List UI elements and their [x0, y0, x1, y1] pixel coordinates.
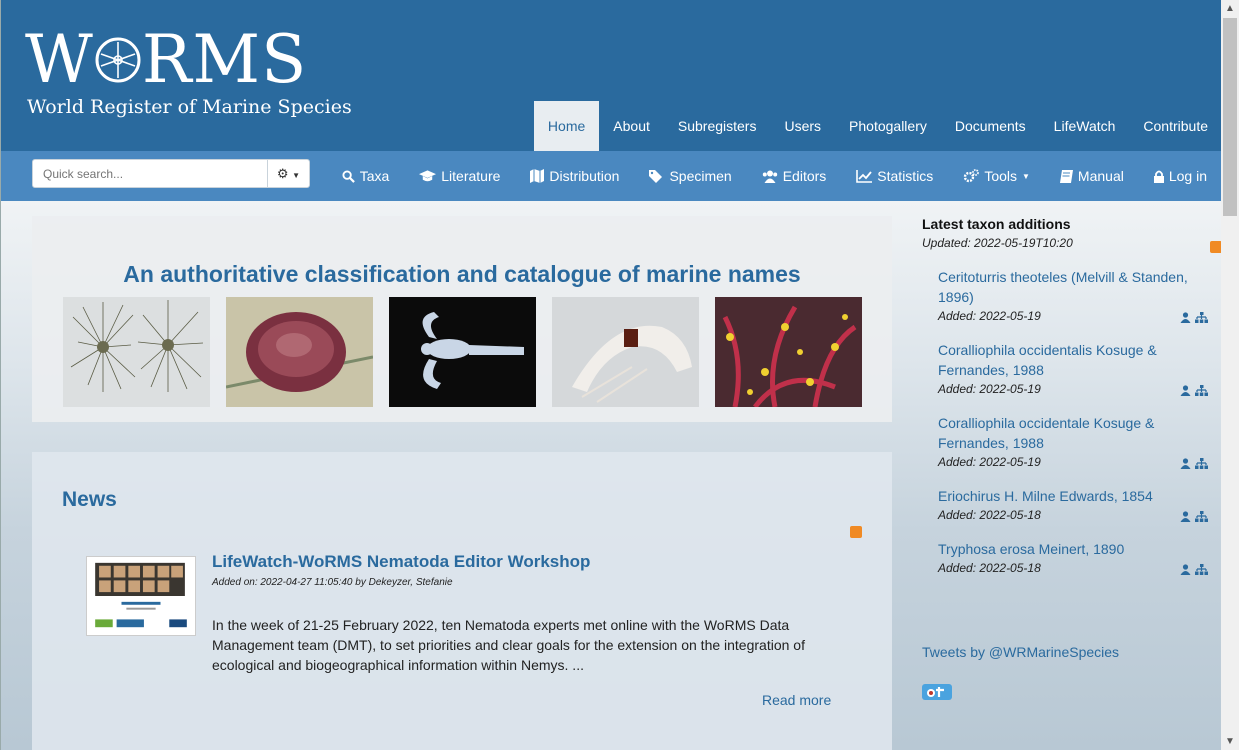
taxon-list: Ceritoturris theoteles (Melvill & Stande…	[938, 267, 1208, 592]
lock-icon	[1153, 170, 1164, 183]
search-options-button[interactable]: ⚙ ▼	[267, 160, 309, 187]
graduation-cap-icon	[419, 169, 437, 181]
nav-home[interactable]: Home	[533, 101, 600, 151]
nav-lifewatch[interactable]: LifeWatch	[1040, 101, 1130, 151]
map-icon	[530, 169, 545, 183]
read-more-link[interactable]: Read more	[762, 692, 831, 708]
subnav-editors[interactable]: Editors	[747, 151, 842, 201]
nav-contribute[interactable]: Contribute	[1129, 101, 1221, 151]
browser-viewport: W RMS World Register of Marine Species H…	[0, 0, 1221, 750]
subnav-literature[interactable]: Literature	[404, 151, 515, 201]
cogs-icon	[964, 169, 980, 183]
sitemap-icon[interactable]	[1195, 458, 1208, 469]
main-nav: Home About Subregisters Users Photogalle…	[533, 101, 1221, 151]
caret-down-icon: ▼	[292, 171, 301, 180]
user-icon[interactable]	[1180, 312, 1191, 323]
photo-sea-urchin[interactable]	[226, 297, 373, 407]
news-item-thumbnail[interactable]	[86, 556, 196, 636]
taxon-item: Coralliophila occidentalis Kosuge & Fern…	[938, 340, 1208, 396]
photo-red-coral[interactable]	[715, 297, 862, 407]
user-icon[interactable]	[1180, 511, 1191, 522]
site-header: W RMS World Register of Marine Species H…	[1, 0, 1221, 151]
subnav-tools[interactable]: Tools ▼	[948, 151, 1045, 201]
news-heading: News	[62, 488, 117, 511]
subnav-manual[interactable]: Manual	[1045, 151, 1139, 201]
user-icon[interactable]	[1180, 385, 1191, 396]
latest-taxon-additions: Latest taxon additions Updated: 2022-05-…	[922, 216, 1221, 700]
gear-icon: ⚙	[276, 166, 289, 181]
site-logo[interactable]: W RMS	[25, 27, 307, 93]
taxon-item: Coralliophila occidentale Kosuge & Ferna…	[938, 413, 1208, 469]
taxon-name-link[interactable]: Ceritoturris theoteles (Melvill & Stande…	[938, 267, 1208, 307]
news-item-meta: Added on: 2022-04-27 11:05:40 by Dekeyze…	[212, 577, 453, 588]
sidebar-title: Latest taxon additions	[922, 216, 1071, 232]
book-icon	[1059, 169, 1073, 183]
scroll-up-arrow-icon[interactable]: ▲	[1221, 0, 1239, 17]
news-item-title[interactable]: LifeWatch-WoRMS Nematoda Editor Workshop	[212, 552, 590, 572]
vertical-scrollbar[interactable]: ▲ ▼	[1221, 0, 1239, 750]
subnav-taxa[interactable]: Taxa	[327, 151, 405, 201]
subnav-login[interactable]: Log in	[1139, 151, 1221, 201]
hero-banner: An authoritative classification and cata…	[32, 216, 892, 422]
sitemap-icon[interactable]	[1195, 385, 1208, 396]
sitemap-icon[interactable]	[1195, 312, 1208, 323]
nav-users[interactable]: Users	[770, 101, 835, 151]
quick-search: ⚙ ▼	[32, 159, 310, 188]
photo-shrimp[interactable]	[552, 297, 699, 407]
line-chart-icon	[856, 169, 873, 183]
taxon-added-date: Added: 2022-05-19	[938, 455, 1041, 469]
taxon-added-date: Added: 2022-05-18	[938, 508, 1041, 522]
caret-down-icon: ▼	[1022, 171, 1030, 181]
tags-icon	[649, 169, 663, 183]
taxon-added-date: Added: 2022-05-19	[938, 309, 1041, 323]
user-icon[interactable]	[1180, 564, 1191, 575]
search-icon	[342, 169, 355, 183]
photo-strip	[63, 297, 862, 407]
sub-nav: Taxa Literature Distribution Specimen Ed…	[327, 151, 1221, 201]
rss-feed-icon[interactable]	[850, 526, 862, 538]
scrollbar-thumb[interactable]	[1223, 18, 1237, 216]
subnav-statistics[interactable]: Statistics	[841, 151, 948, 201]
taxon-added-date: Added: 2022-05-19	[938, 382, 1041, 396]
users-icon	[762, 170, 777, 183]
site-subtitle: World Register of Marine Species	[27, 96, 352, 118]
taxon-item: Eriochirus H. Milne Edwards, 1854 Added:…	[938, 486, 1208, 522]
toolbar: ⚙ ▼ Taxa Literature Distribution Specime…	[1, 151, 1221, 201]
hero-title: An authoritative classification and cata…	[123, 261, 801, 287]
taxon-name-link[interactable]: Coralliophila occidentale Kosuge & Ferna…	[938, 413, 1208, 453]
user-icon[interactable]	[1180, 458, 1191, 469]
taxon-name-link[interactable]: Tryphosa erosa Meinert, 1890	[938, 539, 1208, 559]
rss-feed-icon[interactable]	[1210, 241, 1221, 253]
photo-spiny-organisms[interactable]	[63, 297, 210, 407]
news-section: News LifeWatch-WoRMS Nematoda Editor Wor…	[32, 452, 892, 750]
sitemap-icon[interactable]	[1195, 564, 1208, 575]
nav-about[interactable]: About	[599, 101, 664, 151]
taxon-name-link[interactable]: Coralliophila occidentalis Kosuge & Fern…	[938, 340, 1208, 380]
taxon-name-link[interactable]: Eriochirus H. Milne Edwards, 1854	[938, 486, 1208, 506]
subnav-distribution[interactable]: Distribution	[515, 151, 634, 201]
nav-documents[interactable]: Documents	[941, 101, 1040, 151]
nav-photogallery[interactable]: Photogallery	[835, 101, 941, 151]
taxon-item: Ceritoturris theoteles (Melvill & Stande…	[938, 267, 1208, 323]
subnav-specimen[interactable]: Specimen	[634, 151, 746, 201]
twitter-bird-icon[interactable]	[922, 682, 952, 702]
sitemap-icon[interactable]	[1195, 511, 1208, 522]
quick-search-input[interactable]	[33, 160, 269, 187]
scroll-down-arrow-icon[interactable]: ▼	[1221, 733, 1239, 750]
taxon-item: Tryphosa erosa Meinert, 1890 Added: 2022…	[938, 539, 1208, 575]
tweets-link[interactable]: Tweets by @WRMarineSpecies	[922, 644, 1119, 660]
nav-subregisters[interactable]: Subregisters	[664, 101, 771, 151]
sidebar-updated: Updated: 2022-05-19T10:20	[922, 236, 1073, 250]
sand-dollar-logo-icon	[95, 37, 141, 83]
photo-isopod[interactable]	[389, 297, 536, 407]
news-item-body: In the week of 21-25 February 2022, ten …	[212, 617, 805, 673]
taxon-added-date: Added: 2022-05-18	[938, 561, 1041, 575]
